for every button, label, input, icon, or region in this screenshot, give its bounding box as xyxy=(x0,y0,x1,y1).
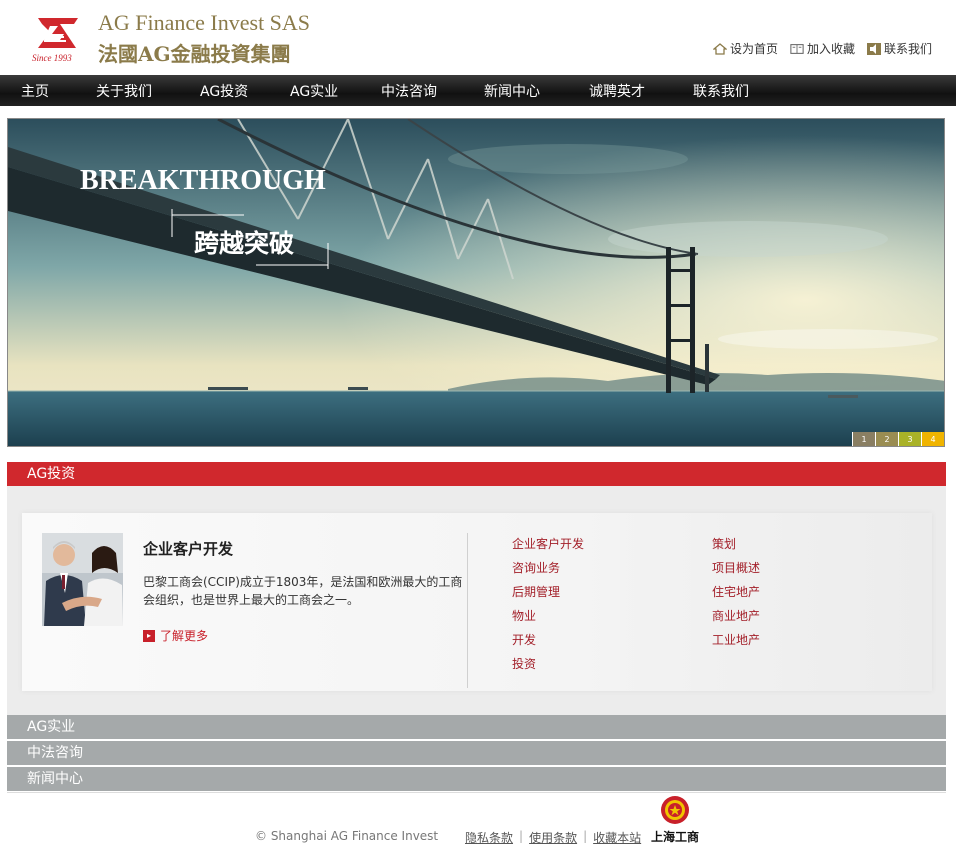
bookmark-icon xyxy=(790,43,804,54)
main-nav: 主页 关于我们 AG投资 AG实业 中法咨询 新闻中心 诚聘英才 联系我们 xyxy=(0,75,956,106)
footer-divider xyxy=(7,792,946,793)
privacy-link[interactable]: 隐私条款 xyxy=(465,829,513,846)
banner-title-cn: 跨越突破 xyxy=(194,229,294,258)
link-consulting[interactable]: 咨询业务 xyxy=(512,559,584,577)
divider xyxy=(467,533,468,688)
link-project-overview[interactable]: 项目概述 xyxy=(712,559,760,577)
section-header-ag-invest[interactable]: AG投资 xyxy=(7,462,946,486)
feature-title: 企业客户开发 xyxy=(143,540,234,558)
link-management[interactable]: 后期管理 xyxy=(512,583,584,601)
shanghai-business-badge[interactable]: 上海工商 xyxy=(651,828,699,845)
contact-us-label: 联系我们 xyxy=(883,42,932,56)
add-favorite-link[interactable]: 加入收藏 xyxy=(790,40,855,57)
link-property[interactable]: 物业 xyxy=(512,607,584,625)
banner-pager: 1 2 3 4 xyxy=(852,432,944,446)
link-client-dev[interactable]: 企业客户开发 xyxy=(512,535,584,553)
banner-page-3[interactable]: 3 xyxy=(898,432,921,446)
banner-page-2[interactable]: 2 xyxy=(875,432,898,446)
nav-item-about[interactable]: 关于我们 xyxy=(96,81,152,101)
learn-more-link[interactable]: ▸ 了解更多 xyxy=(143,627,208,644)
section-header-ag-industry[interactable]: AG实业 xyxy=(7,715,946,739)
nav-item-ag-invest[interactable]: AG投资 xyxy=(200,81,248,101)
link-industrial[interactable]: 工业地产 xyxy=(712,631,760,649)
site-logo[interactable]: Since 1993 AG Finance Invest SAS 法國AG金融投… xyxy=(30,10,320,66)
banner-page-4[interactable]: 4 xyxy=(921,432,944,446)
nav-item-contact[interactable]: 联系我们 xyxy=(693,81,749,101)
copyright-text: © Shanghai AG Finance Invest xyxy=(255,829,439,843)
separator: | xyxy=(583,829,588,843)
contact-us-link[interactable]: 联系我们 xyxy=(866,40,932,57)
police-emblem-icon[interactable] xyxy=(660,795,690,825)
home-icon xyxy=(712,42,727,55)
separator: | xyxy=(519,829,524,843)
bridge-image: BREAKTHROUGH 跨越突破 xyxy=(8,119,944,446)
set-homepage-label: 设为首页 xyxy=(729,42,778,56)
set-homepage-link[interactable]: 设为首页 xyxy=(712,40,778,57)
learn-more-label: 了解更多 xyxy=(160,629,209,643)
logo-english-name: AG Finance Invest SAS xyxy=(98,10,311,35)
link-residential[interactable]: 住宅地产 xyxy=(712,583,760,601)
banner-page-1[interactable]: 1 xyxy=(852,432,875,446)
nav-item-news[interactable]: 新闻中心 xyxy=(484,81,540,101)
nav-item-careers[interactable]: 诚聘英才 xyxy=(589,81,645,101)
logo-chinese-name: 法國AG金融投資集團 xyxy=(98,42,291,66)
logo-since: Since 1993 xyxy=(32,53,72,63)
feature-description: 巴黎工商会(CCIP)成立于1803年，是法国和欧洲最大的工商会组织，也是世界上… xyxy=(143,575,463,607)
service-links-left: 企业客户开发 咨询业务 后期管理 物业 开发 投资 xyxy=(512,535,584,673)
top-links: 设为首页 加入收藏 联系我们 xyxy=(712,40,932,57)
terms-link[interactable]: 使用条款 xyxy=(529,829,577,846)
link-commercial[interactable]: 商业地产 xyxy=(712,607,760,625)
nav-item-home[interactable]: 主页 xyxy=(21,81,49,101)
business-handshake-photo xyxy=(42,533,123,626)
banner-title-en: BREAKTHROUGH xyxy=(80,165,326,196)
speaker-icon xyxy=(866,42,881,55)
nav-item-ag-industry[interactable]: AG实业 xyxy=(290,81,338,101)
link-development[interactable]: 开发 xyxy=(512,631,584,649)
bookmark-site-link[interactable]: 收藏本站 xyxy=(593,829,641,846)
link-planning[interactable]: 策划 xyxy=(712,535,760,553)
link-investment[interactable]: 投资 xyxy=(512,655,584,673)
nav-item-consulting[interactable]: 中法咨询 xyxy=(381,81,437,101)
footer-links: 隐私条款 | 使用条款 | 收藏本站 xyxy=(465,829,641,846)
add-favorite-label: 加入收藏 xyxy=(806,42,855,56)
arrow-right-icon: ▸ xyxy=(143,629,155,642)
feature-panel: 企业客户开发 巴黎工商会(CCIP)成立于1803年，是法国和欧洲最大的工商会组… xyxy=(22,513,932,691)
section-header-consulting[interactable]: 中法咨询 xyxy=(7,741,946,765)
section-header-news[interactable]: 新闻中心 xyxy=(7,767,946,791)
service-links-right: 策划 项目概述 住宅地产 商业地产 工业地产 xyxy=(712,535,760,649)
site-header: Since 1993 AG Finance Invest SAS 法國AG金融投… xyxy=(0,0,956,75)
hero-banner[interactable]: BREAKTHROUGH 跨越突破 1 2 3 4 xyxy=(7,118,945,447)
